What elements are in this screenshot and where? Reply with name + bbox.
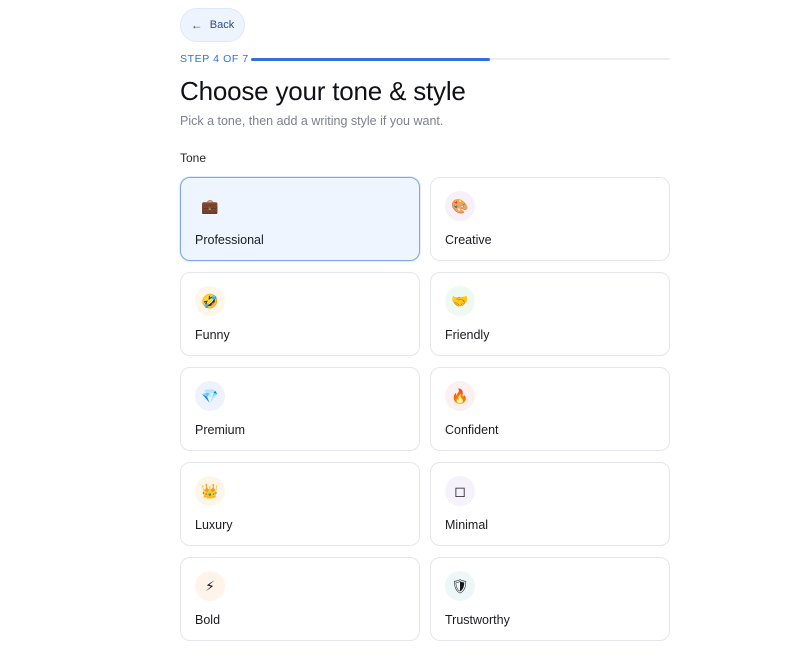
square-icon: ◻ (445, 476, 475, 506)
tone-option-label: Funny (195, 328, 230, 342)
lightning-icon: ⚡ (195, 571, 225, 601)
tone-option-label: Creative (445, 233, 492, 247)
arrow-left-icon: ← (190, 18, 203, 32)
tone-option-label: Premium (195, 423, 246, 437)
tone-options-grid: 💼 Professional 🎨 Creative 🤣 Funny 🤝 Friendly 💎 Pr… (180, 177, 670, 641)
page-title: Choose your tone & style (180, 76, 466, 106)
tone-option-luxury[interactable]: 👑 Luxury (180, 462, 420, 546)
back-button[interactable]: ← Back (180, 8, 245, 42)
tone-option-label: Minimal (445, 518, 489, 532)
back-button-label: Back (209, 19, 235, 31)
tone-option-creative[interactable]: 🎨 Creative (430, 177, 670, 261)
tone-option-label: Confident (445, 423, 499, 437)
tone-option-bold[interactable]: ⚡ Bold (180, 557, 420, 641)
tone-option-label: Luxury (195, 518, 233, 532)
step-indicator: STEP 4 OF 7 (180, 53, 249, 65)
tone-option-trustworthy[interactable]: 🛡 Trustworthy (430, 557, 670, 641)
progress-bar-fill (251, 57, 491, 61)
tone-option-label: Friendly (445, 328, 490, 342)
briefcase-icon: 💼 (195, 191, 225, 221)
tone-option-professional[interactable]: 💼 Professional (180, 177, 420, 261)
handshake-icon: 🤝 (445, 286, 475, 316)
crown-icon: 👑 (195, 476, 225, 506)
tone-option-label: Trustworthy (445, 613, 510, 627)
tone-style-page: ← Back STEP 4 OF 7 Choose your tone & st… (0, 0, 800, 662)
page-subtitle: Pick a tone, then add a writing style if… (180, 114, 444, 128)
shield-icon: 🛡 (445, 571, 475, 601)
tone-option-minimal[interactable]: ◻ Minimal (430, 462, 670, 546)
tone-option-confident[interactable]: 🔥 Confident (430, 367, 670, 451)
tone-section-label: Tone (180, 151, 207, 165)
palette-icon: 🎨 (445, 191, 475, 221)
tone-option-friendly[interactable]: 🤝 Friendly (430, 272, 670, 356)
laughing-face-icon: 🤣 (195, 286, 225, 316)
tone-option-label: Professional (195, 233, 264, 247)
progress-bar (251, 57, 670, 61)
tone-option-label: Bold (195, 613, 221, 627)
tone-option-funny[interactable]: 🤣 Funny (180, 272, 420, 356)
gem-icon: 💎 (195, 381, 225, 411)
tone-option-premium[interactable]: 💎 Premium (180, 367, 420, 451)
fire-icon: 🔥 (445, 381, 475, 411)
